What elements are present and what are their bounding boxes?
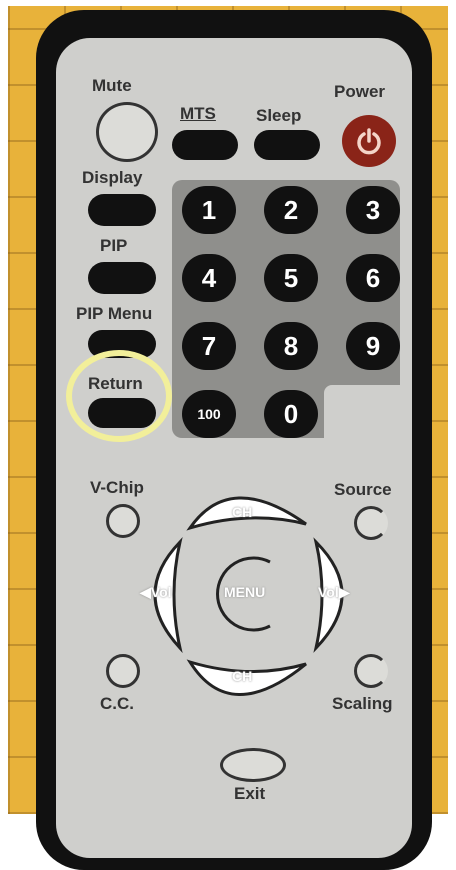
menu-label: MENU xyxy=(224,584,266,600)
sleep-button[interactable] xyxy=(254,130,320,160)
power-label: Power xyxy=(334,82,386,101)
ch-down-label: CH xyxy=(232,668,253,684)
display-label: Display xyxy=(82,168,143,187)
mts-label: MTS xyxy=(180,104,216,123)
exit-button[interactable] xyxy=(220,748,286,782)
mts-button[interactable] xyxy=(172,130,238,160)
pip-button[interactable] xyxy=(88,262,156,294)
num-4-button[interactable]: 4 xyxy=(182,254,236,302)
vol-up-label: Vol▶ xyxy=(318,584,350,600)
mute-label: Mute xyxy=(92,76,132,95)
num-2-button[interactable]: 2 xyxy=(264,186,318,234)
num-9-button[interactable]: 9 xyxy=(346,322,400,370)
num-100-button[interactable]: 100 xyxy=(182,390,236,438)
num-7-button[interactable]: 7 xyxy=(182,322,236,370)
num-3-button[interactable]: 3 xyxy=(346,186,400,234)
num-8-button[interactable]: 8 xyxy=(264,322,318,370)
display-button[interactable] xyxy=(88,194,156,226)
power-icon xyxy=(357,128,381,155)
pip-label: PIP xyxy=(100,236,128,255)
num-5-button[interactable]: 5 xyxy=(264,254,318,302)
ch-up-label: CH xyxy=(232,504,253,520)
vol-down-label: ◀Vol xyxy=(140,584,172,600)
numpad-notch xyxy=(324,385,404,445)
num-6-button[interactable]: 6 xyxy=(346,254,400,302)
num-1-button[interactable]: 1 xyxy=(182,186,236,234)
pip-menu-label: PIP Menu xyxy=(76,304,153,323)
num-0-button[interactable]: 0 xyxy=(264,390,318,438)
mute-button[interactable] xyxy=(96,102,158,162)
sleep-label: Sleep xyxy=(256,106,302,125)
power-button[interactable] xyxy=(342,115,396,167)
return-highlight-ring xyxy=(66,350,172,442)
exit-label: Exit xyxy=(234,784,266,803)
